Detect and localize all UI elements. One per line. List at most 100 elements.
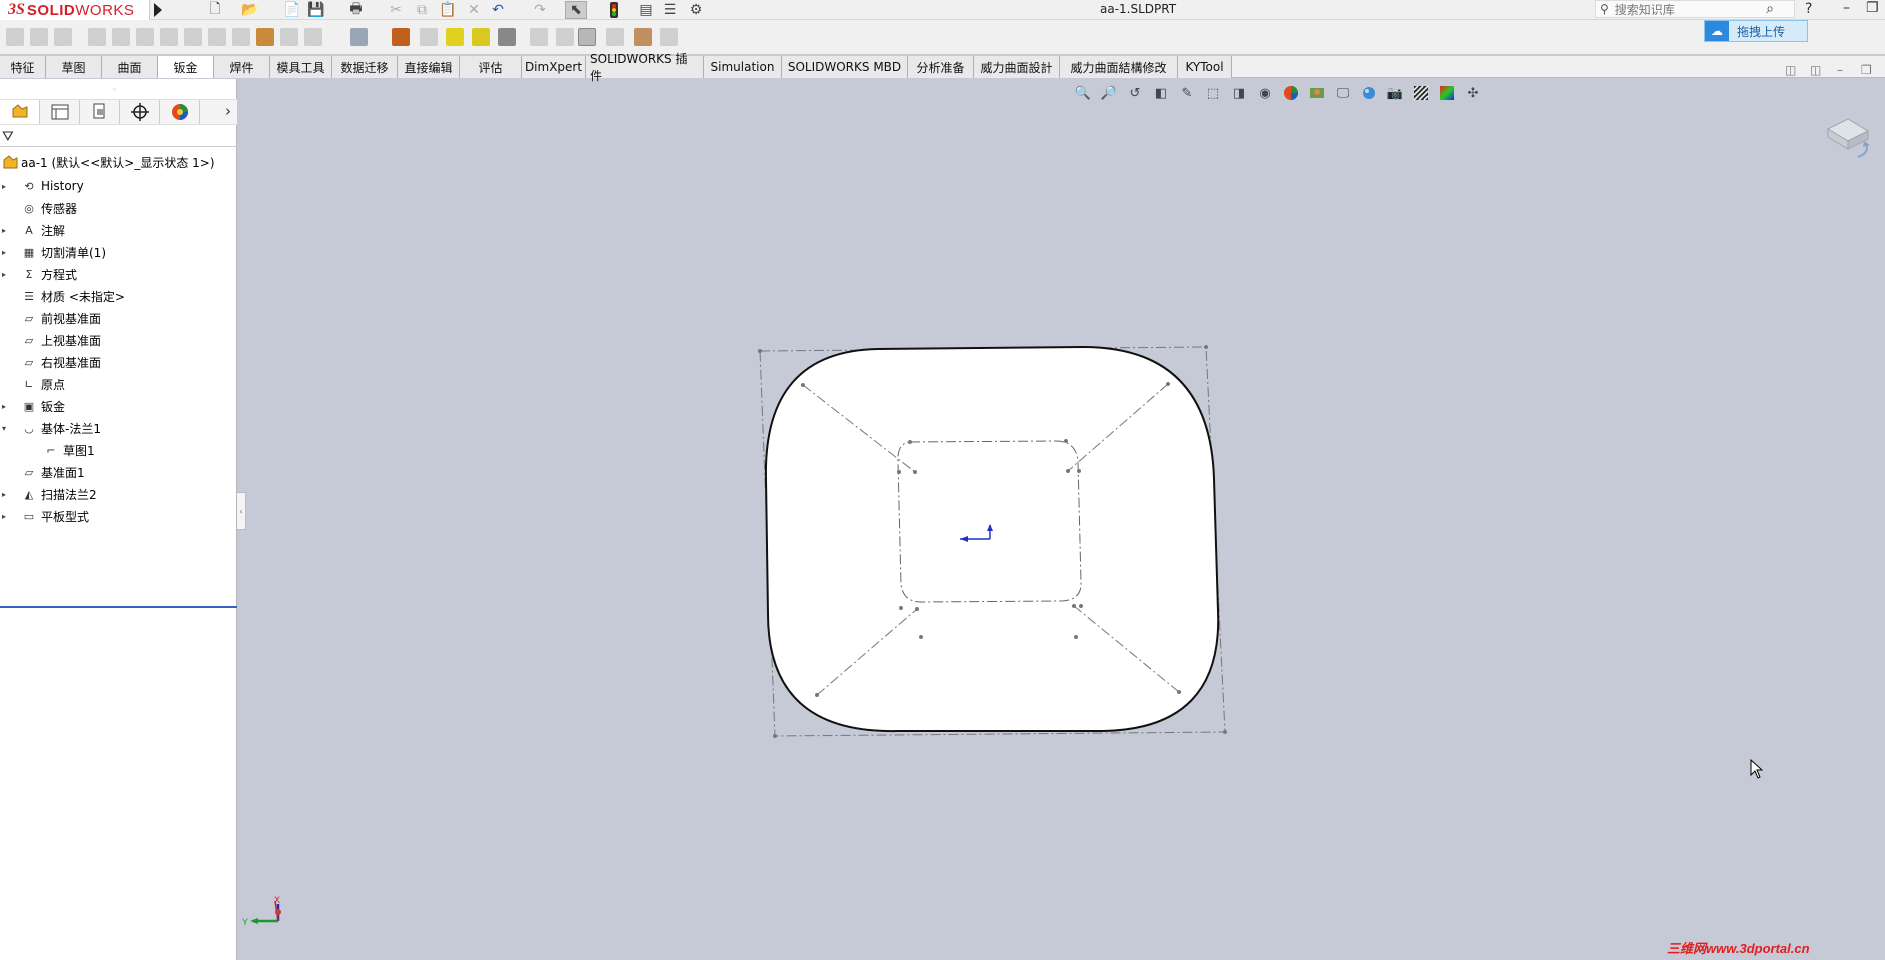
tool-icon[interactable] <box>304 28 322 46</box>
tree-filter-bar[interactable]: ⛛ <box>0 127 237 147</box>
tool-icon[interactable] <box>30 28 48 46</box>
tree-item[interactable]: ▱ 右视基准面 <box>0 351 237 373</box>
tab-5[interactable]: 模具工具 <box>270 56 332 78</box>
more-tabs-chevron-icon[interactable]: › <box>225 102 231 120</box>
tree-item[interactable]: ☰ 材质 <未指定> <box>0 285 237 307</box>
tree-item[interactable]: ◎ 传感器 <box>0 197 237 219</box>
tree-item[interactable]: ▸ Σ 方程式 <box>0 263 237 285</box>
unfold-icon[interactable] <box>446 28 464 46</box>
tool-icon[interactable] <box>184 28 202 46</box>
sheet-metal-tool-icon[interactable] <box>256 28 274 46</box>
tool-icon[interactable] <box>160 28 178 46</box>
paste-icon[interactable]: 📋 <box>438 1 458 19</box>
configurationmanager-tab[interactable] <box>80 100 120 124</box>
tab-6[interactable]: 数据迁移 <box>332 56 398 78</box>
tree-expand-icon[interactable]: ▸ <box>2 512 12 521</box>
undo-icon[interactable]: ↶ <box>488 1 508 19</box>
solidworks-logo[interactable]: 3S SOLIDWORKS <box>0 0 150 20</box>
tool-icon[interactable] <box>232 28 250 46</box>
tab-3[interactable]: 钣金 <box>158 56 214 78</box>
featuremanager-tab[interactable] <box>0 100 40 124</box>
help-icon[interactable]: ? <box>1805 1 1812 17</box>
rollback-bar[interactable] <box>0 606 237 608</box>
tab-9[interactable]: DimXpert <box>522 56 586 78</box>
tab-1[interactable]: 草图 <box>46 56 102 78</box>
tool-icon[interactable] <box>6 28 24 46</box>
tree-item[interactable]: ▱ 前视基准面 <box>0 307 237 329</box>
search-icon[interactable]: ⌕ <box>1766 1 1774 17</box>
tree-item[interactable]: ⌐ 草图1 <box>0 439 237 461</box>
tab-7[interactable]: 直接编辑 <box>398 56 460 78</box>
tool-icon[interactable] <box>660 28 678 46</box>
tree-expand-icon[interactable]: ▸ <box>2 490 12 499</box>
tree-expand-icon[interactable]: ▸ <box>2 270 12 279</box>
tree-item[interactable]: ▸ A 注解 <box>0 219 237 241</box>
tab-4[interactable]: 焊件 <box>214 56 270 78</box>
tree-item[interactable]: ∟ 原点 <box>0 373 237 395</box>
tab-15[interactable]: 威力曲面結構修改 <box>1060 56 1178 78</box>
print-icon[interactable]: 🖶 <box>346 1 366 19</box>
tree-item[interactable]: ▸ ◭ 扫描法兰2 <box>0 483 237 505</box>
tree-expand-icon[interactable]: ▸ <box>2 248 12 257</box>
tile-right-icon[interactable]: ◫ <box>1810 63 1821 77</box>
displaymanager-tab[interactable] <box>160 100 200 124</box>
tool-icon[interactable] <box>420 28 438 46</box>
doc-minimize-icon[interactable]: – <box>1837 63 1843 77</box>
tree-expand-icon[interactable]: ▸ <box>2 182 12 191</box>
options-gear-icon[interactable]: ⚙ <box>686 1 706 19</box>
tool-icon[interactable] <box>208 28 226 46</box>
open-file-icon[interactable]: 📂 <box>240 1 260 19</box>
tree-expand-icon[interactable]: ▸ <box>2 226 12 235</box>
flat-pattern-toggle-icon[interactable] <box>578 28 596 46</box>
tree-item[interactable]: ▱ 上视基准面 <box>0 329 237 351</box>
menu-expand-arrow-icon[interactable] <box>154 3 162 17</box>
flatten-icon[interactable] <box>498 28 516 46</box>
tool-icon[interactable] <box>606 28 624 46</box>
tab-12[interactable]: SOLIDWORKS MBD <box>782 56 908 78</box>
tab-8[interactable]: 评估 <box>460 56 522 78</box>
redo-icon[interactable]: ↷ <box>530 1 550 19</box>
sheet-metal-gusset-icon[interactable] <box>634 28 652 46</box>
fold-icon[interactable] <box>472 28 490 46</box>
tree-root-part[interactable]: aa-1 (默认<<默认>_显示状态 1>) <box>2 154 215 171</box>
tree-item[interactable]: ▸ ⟲ History <box>0 175 237 197</box>
knowledge-search-input[interactable]: ⚲ 搜索知识库 ⌕ <box>1595 0 1795 18</box>
tool-icon[interactable] <box>280 28 298 46</box>
tree-item[interactable]: ▸ ▦ 切割清单(1) <box>0 241 237 263</box>
rebuild-traffic-light-icon[interactable] <box>606 1 622 19</box>
tree-expand-icon[interactable]: ▸ <box>2 402 12 411</box>
new-document-icon[interactable]: 🗋 <box>205 1 225 19</box>
delete-icon[interactable]: ✕ <box>464 1 484 19</box>
open-recent-icon[interactable]: 📄 <box>282 1 302 19</box>
file-properties-icon[interactable]: ▤ <box>636 1 656 19</box>
tool-icon[interactable] <box>54 28 72 46</box>
tab-2[interactable]: 曲面 <box>102 56 158 78</box>
tab-16[interactable]: KYTool <box>1178 56 1232 78</box>
tree-expand-icon[interactable]: ▾ <box>2 424 12 433</box>
tool-icon[interactable] <box>88 28 106 46</box>
forming-tool-icon[interactable] <box>392 28 410 46</box>
cut-icon[interactable]: ✂ <box>386 1 406 19</box>
tab-11[interactable]: Simulation <box>704 56 782 78</box>
tab-0[interactable]: 特征 <box>0 56 46 78</box>
flat-pattern-body[interactable] <box>764 345 1220 733</box>
tool-icon[interactable] <box>530 28 548 46</box>
tool-icon[interactable] <box>136 28 154 46</box>
view-cube-icon[interactable] <box>1826 118 1870 158</box>
tab-14[interactable]: 威力曲面設計 <box>974 56 1060 78</box>
options-list-icon[interactable]: ☰ <box>660 1 680 19</box>
restore-icon[interactable]: ❐ <box>1866 0 1879 16</box>
panel-splitter-handle[interactable]: ◦ <box>112 85 117 94</box>
dimxpertmanager-tab[interactable] <box>120 100 160 124</box>
model-view[interactable]: X Y <box>238 79 1885 960</box>
tab-13[interactable]: 分析准备 <box>908 56 974 78</box>
select-icon[interactable]: ⬉ <box>565 1 587 19</box>
doc-restore-icon[interactable]: ❐ <box>1861 63 1872 77</box>
tree-item[interactable]: ▾ ◡ 基体-法兰1 <box>0 417 237 439</box>
filter-icon[interactable]: ⛛ <box>2 129 14 145</box>
propertymanager-tab[interactable] <box>40 100 80 124</box>
tool-icon[interactable] <box>556 28 574 46</box>
tree-item[interactable]: ▸ ▣ 钣金 <box>0 395 237 417</box>
minimize-icon[interactable]: – <box>1843 0 1850 16</box>
tool-icon[interactable] <box>112 28 130 46</box>
